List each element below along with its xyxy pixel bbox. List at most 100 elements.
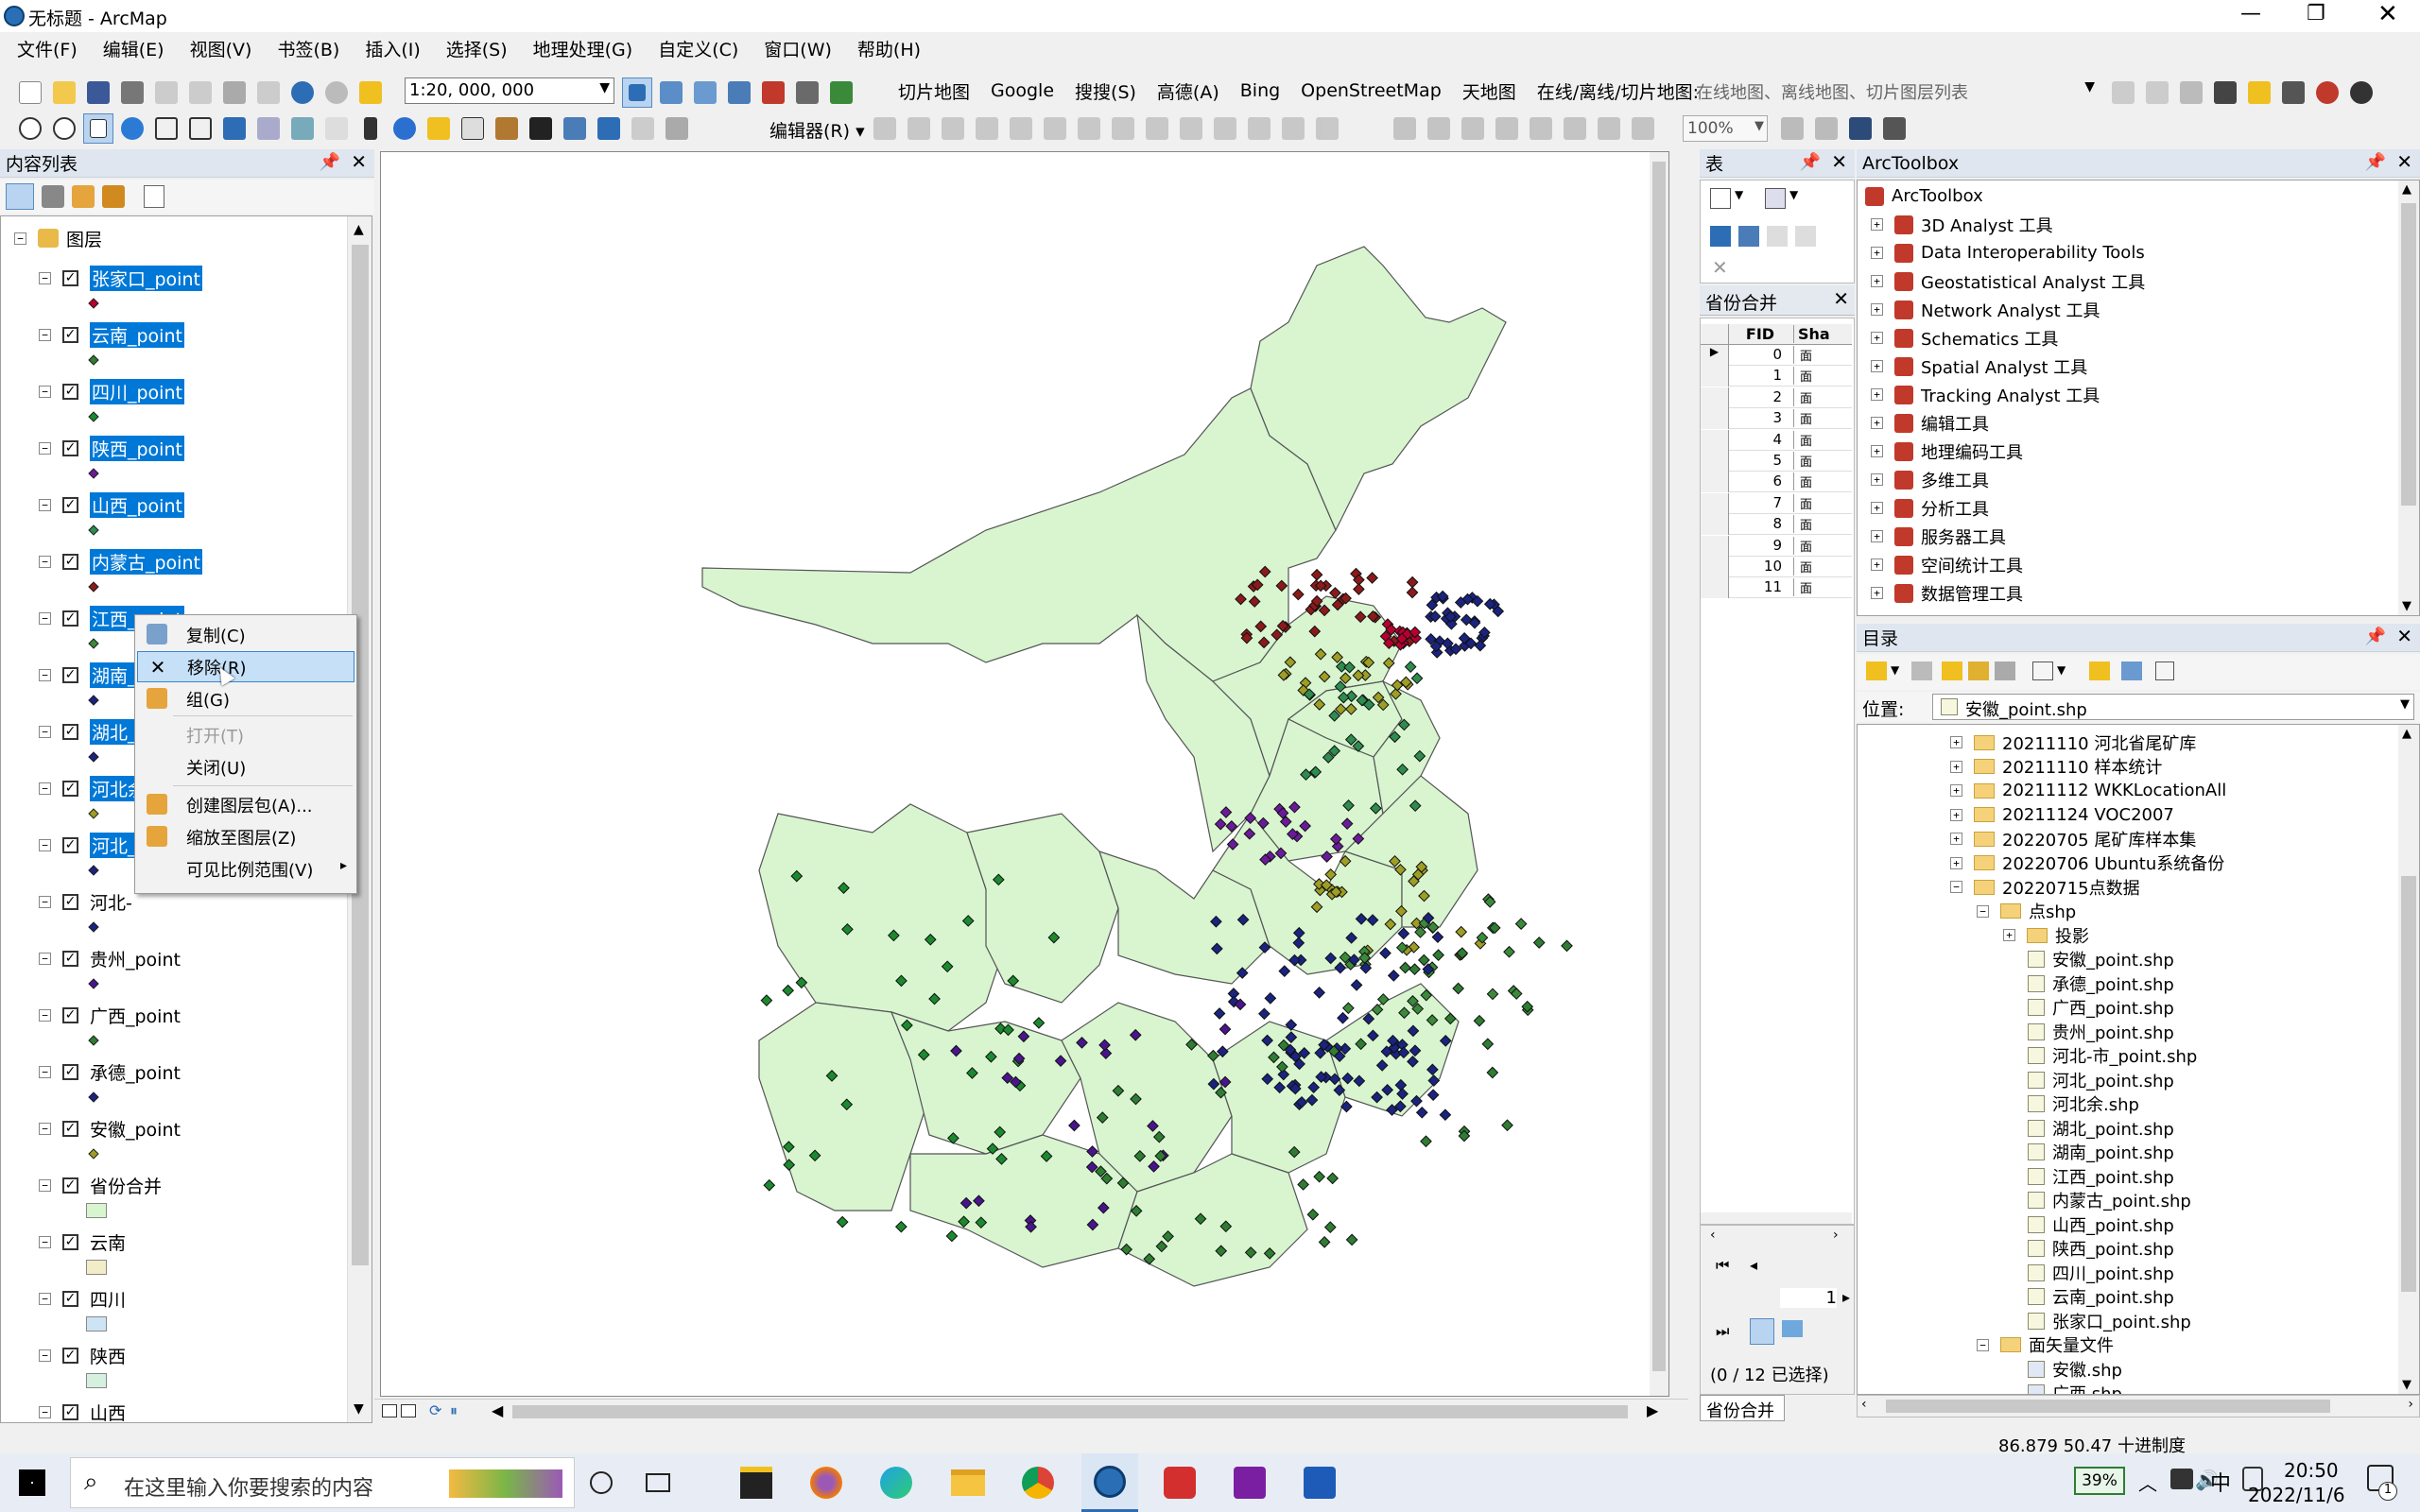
- collapse-icon[interactable]: −: [39, 1178, 51, 1192]
- collapse-icon[interactable]: −: [39, 1235, 51, 1248]
- last-record-icon[interactable]: ⏭: [1716, 1322, 1729, 1341]
- expand-icon[interactable]: +: [1950, 833, 1962, 845]
- point-feature[interactable]: [1387, 970, 1400, 982]
- gaode-menu[interactable]: 高德(A): [1157, 78, 1219, 104]
- collapse-icon[interactable]: −: [39, 952, 51, 965]
- layer-visibility-checkbox[interactable]: ✓: [62, 1403, 78, 1420]
- location-input[interactable]: 安徽_point.shp ▼: [1932, 694, 2414, 720]
- shape-cell[interactable]: 面: [1793, 452, 1850, 470]
- pin-icon[interactable]: 📌: [2365, 152, 2386, 172]
- editor-menu[interactable]: 编辑器(R) ▾: [769, 117, 865, 143]
- expand-icon[interactable]: +: [1871, 303, 1883, 316]
- expand-icon[interactable]: +: [1871, 360, 1883, 372]
- toolbox-item[interactable]: + 服务器工具: [1871, 524, 2006, 548]
- hyperlink-icon[interactable]: [424, 113, 454, 144]
- online-map-select[interactable]: 在线地图、离线地图、切片图层列表 ▼: [1692, 77, 2099, 104]
- focus-frame-icon[interactable]: [1811, 113, 1841, 144]
- point-feature[interactable]: [1318, 1235, 1331, 1248]
- change-layout-icon[interactable]: [1845, 113, 1876, 144]
- scroll-up-icon[interactable]: ▲: [2402, 182, 2411, 197]
- fid-cell[interactable]: 9: [1731, 537, 1786, 554]
- expand-icon[interactable]: +: [1871, 388, 1883, 401]
- clock-date[interactable]: 2022/11/6: [2248, 1484, 2345, 1506]
- shape-cell[interactable]: 面: [1793, 558, 1850, 576]
- point-feature[interactable]: [1514, 918, 1528, 930]
- collapse-icon[interactable]: −: [39, 1122, 51, 1135]
- pause-icon[interactable]: ⏸: [450, 1401, 458, 1420]
- shape-cell[interactable]: 面: [1793, 430, 1850, 449]
- catalog-folder[interactable]: +20220706 Ubuntu系统备份: [1950, 851, 2224, 875]
- scroll-down-icon[interactable]: ▼: [354, 1401, 364, 1417]
- toolbox-item[interactable]: + 分析工具: [1871, 496, 1989, 520]
- layer-name[interactable]: 山西_point: [90, 491, 184, 518]
- next-record-icon[interactable]: ▸: [1842, 1288, 1850, 1306]
- row-selector[interactable]: [1701, 387, 1729, 408]
- point-symbol-icon[interactable]: [88, 298, 99, 309]
- select-elements-icon[interactable]: [355, 113, 386, 144]
- show-all-records-icon[interactable]: [1750, 1318, 1774, 1345]
- user-group-icon[interactable]: [2346, 77, 2377, 108]
- point-feature[interactable]: [1313, 986, 1325, 999]
- fid-cell[interactable]: 1: [1731, 367, 1786, 384]
- delete-selected-icon[interactable]: [1795, 226, 1816, 247]
- point-symbol-icon[interactable]: [88, 751, 99, 763]
- expand-icon[interactable]: +: [1950, 760, 1962, 773]
- menu-item[interactable]: 选择(S): [446, 36, 508, 64]
- layer-visibility-checkbox[interactable]: ✓: [62, 610, 78, 627]
- point-feature[interactable]: [1264, 991, 1277, 1005]
- point-symbol-icon[interactable]: [88, 865, 99, 876]
- file-explorer-icon[interactable]: [940, 1453, 996, 1512]
- reshape-icon[interactable]: [1108, 113, 1138, 144]
- options-icon[interactable]: [144, 185, 164, 208]
- toggle-draft-icon[interactable]: [1777, 113, 1807, 144]
- pin-icon[interactable]: 📌: [1800, 152, 1821, 172]
- point-symbol-icon[interactable]: [88, 978, 99, 989]
- catalog-folder[interactable]: − 面矢量文件: [1977, 1333, 2114, 1357]
- province-polygon[interactable]: [701, 387, 1337, 682]
- toggle-tree-icon[interactable]: [2121, 662, 2142, 680]
- point-feature[interactable]: [1409, 963, 1421, 976]
- delete-icon[interactable]: [253, 77, 284, 108]
- context-menu-item[interactable]: ✕ 移除(R): [137, 651, 354, 682]
- col-fid[interactable]: FID: [1731, 325, 1789, 343]
- views-icon[interactable]: [2032, 662, 2053, 680]
- shape-cell[interactable]: 面: [1793, 515, 1850, 534]
- shape-cell[interactable]: 面: [1793, 409, 1850, 428]
- row-selector[interactable]: [1701, 408, 1729, 430]
- cut-icon[interactable]: [151, 77, 182, 108]
- scale-select[interactable]: 1:20, 000, 000 ▼: [405, 77, 614, 104]
- point-feature[interactable]: [894, 1220, 908, 1233]
- toc-layer-row[interactable]: − ✓ 山西_point: [39, 490, 184, 519]
- toc-layer-row[interactable]: − ✓ 河北余: [39, 774, 148, 802]
- toc-layer-row[interactable]: − ✓ 四川_point: [39, 377, 184, 405]
- point-feature[interactable]: [1415, 1106, 1428, 1119]
- switch-selection-icon[interactable]: [1738, 226, 1759, 247]
- up-one-level-icon[interactable]: [1942, 662, 1962, 680]
- catalog-file[interactable]: 河北-市_point.shp: [2028, 1044, 2197, 1068]
- chevron-down-icon[interactable]: ▼: [2057, 663, 2066, 677]
- edit-annotation-icon[interactable]: [904, 113, 934, 144]
- shape-cell[interactable]: 面: [1793, 536, 1850, 555]
- back-icon[interactable]: [219, 113, 250, 144]
- catalog-file[interactable]: 贵州_point.shp: [2028, 1020, 2174, 1043]
- taskbar-search-box[interactable]: ⌕ 在这里输入你要搜索的内容: [70, 1457, 575, 1508]
- toc-layer-row[interactable]: − ✓ 云南_point: [39, 320, 184, 349]
- table-row[interactable]: 8面: [1701, 514, 1852, 536]
- layer-name[interactable]: 内蒙古_point: [90, 548, 202, 575]
- full-extent-icon[interactable]: [117, 113, 147, 144]
- context-menu-item[interactable]: 组(G): [137, 683, 354, 714]
- point-feature[interactable]: [945, 1229, 959, 1243]
- list-by-visibility-icon[interactable]: [72, 185, 95, 208]
- point-feature[interactable]: [1310, 568, 1323, 581]
- edit-vertices-icon[interactable]: [1074, 113, 1104, 144]
- expand-icon[interactable]: +: [1871, 275, 1883, 287]
- data-driven-pages-icon[interactable]: [1879, 113, 1910, 144]
- fixed-zoom-out-icon[interactable]: [185, 113, 216, 144]
- close-icon[interactable]: ✕: [1831, 150, 1847, 173]
- layer-visibility-checkbox[interactable]: ✓: [62, 496, 78, 513]
- row-selector[interactable]: [1701, 451, 1729, 472]
- widgets-icon[interactable]: [630, 1453, 686, 1512]
- trace-icon[interactable]: [1006, 113, 1036, 144]
- list-by-drawing-order-icon[interactable]: [6, 183, 34, 210]
- point-feature[interactable]: [1258, 1007, 1270, 1021]
